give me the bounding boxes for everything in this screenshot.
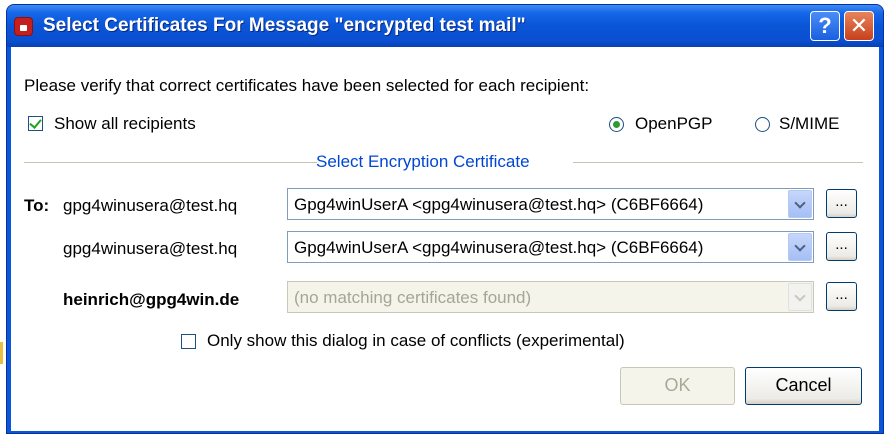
help-button[interactable]: ? bbox=[810, 11, 840, 41]
browse-certificate-button[interactable]: ... bbox=[826, 232, 857, 261]
browse-certificate-button[interactable]: ... bbox=[826, 282, 857, 311]
openpgp-radio[interactable] bbox=[609, 117, 624, 132]
recipient-address: gpg4winusera@test.hq bbox=[63, 196, 238, 215]
separator-left bbox=[24, 162, 317, 163]
app-icon bbox=[14, 17, 33, 36]
title-bar[interactable]: Select Certificates For Message "encrypt… bbox=[7, 5, 883, 47]
certificate-select-value: Gpg4winUserA <gpg4winusera@test.hq> (C6B… bbox=[294, 238, 704, 257]
conflicts-only-checkbox[interactable] bbox=[181, 334, 196, 349]
recipient-address: gpg4winusera@test.hq bbox=[63, 239, 238, 258]
recipient-address: heinrich@gpg4win.de bbox=[63, 290, 240, 309]
openpgp-label[interactable]: OpenPGP bbox=[635, 114, 713, 134]
show-all-recipients-checkbox[interactable] bbox=[28, 116, 43, 131]
chevron-down-icon bbox=[788, 283, 812, 311]
certificate-select-value: (no matching certificates found) bbox=[294, 288, 532, 307]
window-title: Select Certificates For Message "encrypt… bbox=[43, 15, 526, 36]
ok-button: OK bbox=[620, 367, 735, 405]
certificate-select: (no matching certificates found) bbox=[287, 281, 814, 313]
chevron-down-icon[interactable] bbox=[788, 233, 812, 261]
to-label: To: bbox=[24, 196, 50, 215]
smime-radio[interactable] bbox=[755, 117, 770, 132]
show-all-recipients-label[interactable]: Show all recipients bbox=[54, 114, 196, 134]
certificate-select[interactable]: Gpg4winUserA <gpg4winusera@test.hq> (C6B… bbox=[287, 188, 814, 220]
certificate-select-value: Gpg4winUserA <gpg4winusera@test.hq> (C6B… bbox=[294, 195, 704, 214]
separator-right bbox=[573, 162, 863, 163]
close-button[interactable]: ✕ bbox=[844, 11, 874, 41]
cancel-button[interactable]: Cancel bbox=[745, 367, 862, 405]
smime-label[interactable]: S/MIME bbox=[779, 114, 839, 134]
dialog-body: Please verify that correct certificates … bbox=[11, 47, 879, 431]
certificate-select[interactable]: Gpg4winUserA <gpg4winusera@test.hq> (C6B… bbox=[287, 231, 814, 263]
browse-certificate-button[interactable]: ... bbox=[826, 189, 857, 218]
dialog-window: Select Certificates For Message "encrypt… bbox=[6, 4, 884, 434]
section-title: Select Encryption Certificate bbox=[316, 152, 530, 171]
intro-text: Please verify that correct certificates … bbox=[24, 76, 590, 95]
conflicts-only-label[interactable]: Only show this dialog in case of conflic… bbox=[207, 331, 625, 351]
chevron-down-icon[interactable] bbox=[788, 190, 812, 218]
background-edge bbox=[0, 342, 3, 364]
